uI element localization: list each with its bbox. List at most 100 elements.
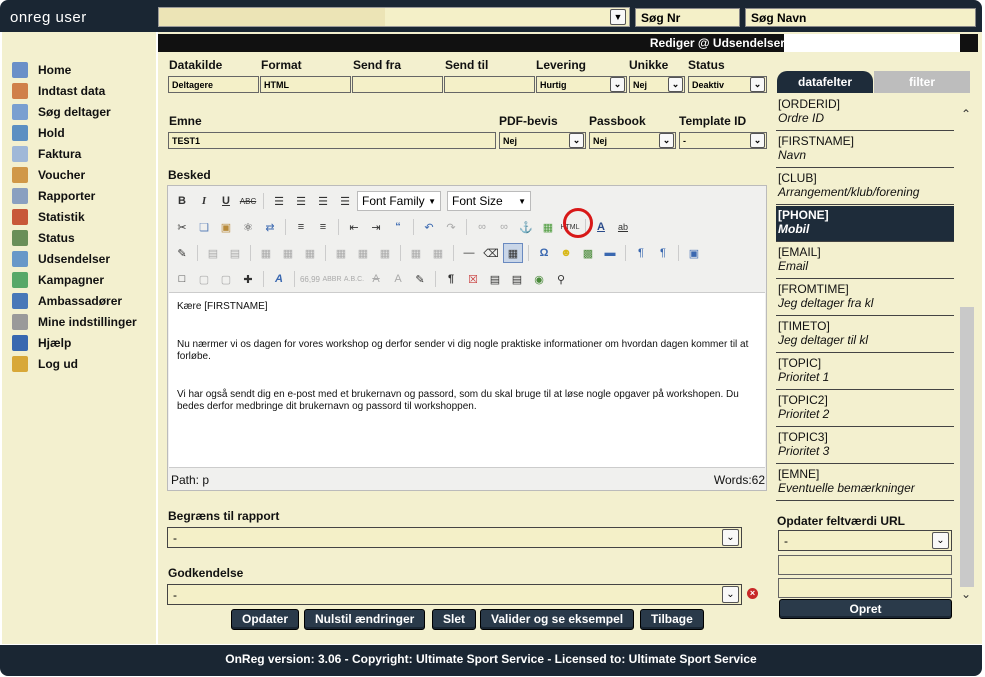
insert-row-after-icon[interactable]: ▦ xyxy=(278,243,298,263)
editor-body[interactable]: Kære [FIRSTNAME] Nu nærmer vi os dagen fo… xyxy=(169,292,765,468)
chevron-down-icon[interactable]: ⌄ xyxy=(668,77,683,92)
ins-icon[interactable]: A xyxy=(388,269,408,289)
chevron-down-icon[interactable]: ⌄ xyxy=(750,133,765,148)
merge-cells-icon[interactable]: ▦ xyxy=(428,243,448,263)
bullet-list-icon[interactable]: ≡ xyxy=(291,217,311,237)
chevron-down-icon[interactable]: ▼ xyxy=(610,9,626,25)
scroll-up-icon[interactable]: ⌃ xyxy=(961,107,971,121)
chevron-down-icon[interactable]: ⌄ xyxy=(659,133,674,148)
sidebar-item-4[interactable]: Faktura xyxy=(12,144,81,164)
replace-icon[interactable]: ⇄ xyxy=(260,217,280,237)
field-item[interactable]: [TIMETO] Jeg deltager til kl xyxy=(776,317,954,353)
underline-icon[interactable]: U xyxy=(216,191,236,211)
anchor-icon[interactable]: ⚓ xyxy=(516,217,536,237)
datakilde-field[interactable]: Deltagere xyxy=(168,76,259,93)
page-break-icon[interactable]: ▤ xyxy=(507,269,527,289)
sidebar-item-7[interactable]: Statistik xyxy=(12,207,85,227)
sidebar-item-14[interactable]: Log ud xyxy=(12,354,78,374)
find-icon[interactable]: ⚛ xyxy=(238,217,258,237)
horizontal-rule-icon[interactable]: — xyxy=(459,243,479,263)
field-item[interactable]: [CLUB] Arrangement/klub/forening xyxy=(776,169,954,205)
align-justify-icon[interactable]: ☰ xyxy=(335,191,355,211)
ltr-icon[interactable]: ¶ xyxy=(631,243,651,263)
sidebar-item-9[interactable]: Udsendelser xyxy=(12,249,110,269)
field-item[interactable]: [EMNE] Eventuelle bemærkninger xyxy=(776,465,954,501)
cell-props-icon[interactable]: ▤ xyxy=(225,243,245,263)
field-item[interactable]: [TOPIC] Prioritet 1 xyxy=(776,354,954,390)
sidebar-item-11[interactable]: Ambassadører xyxy=(12,291,122,311)
align-center-icon[interactable]: ☰ xyxy=(291,191,311,211)
advanced-hr-icon[interactable]: ▬ xyxy=(600,243,620,263)
url-select[interactable]: - ⌄ xyxy=(778,530,952,551)
delete-row-icon[interactable]: ▦ xyxy=(300,243,320,263)
field-item[interactable]: [ORDERID] Ordre ID xyxy=(776,95,954,131)
send-fra-field[interactable] xyxy=(352,76,443,93)
validate-button[interactable]: Valider og se eksempel xyxy=(480,609,635,630)
update-button[interactable]: Opdater xyxy=(231,609,300,630)
acronym-icon[interactable]: A.B.C. xyxy=(344,269,364,289)
chevron-down-icon[interactable]: ⌄ xyxy=(750,77,765,92)
align-left-icon[interactable]: ☰ xyxy=(269,191,289,211)
sidebar-item-5[interactable]: Voucher xyxy=(12,165,85,185)
link-icon[interactable]: ∞ xyxy=(472,217,492,237)
search-nr-field[interactable]: Søg Nr xyxy=(635,8,740,27)
emoticon-icon[interactable]: ☻ xyxy=(556,243,576,263)
styles-icon[interactable]: A xyxy=(269,269,289,289)
remove-format-icon[interactable]: ⌫ xyxy=(481,243,501,263)
cite-icon[interactable]: 66,99 xyxy=(300,269,320,289)
fullscreen-icon[interactable]: ▣ xyxy=(684,243,704,263)
insert-row-before-icon[interactable]: ▦ xyxy=(256,243,276,263)
special-char-icon[interactable]: Ω xyxy=(534,243,554,263)
show-blocks-icon[interactable]: ¶ xyxy=(441,269,461,289)
indent-icon[interactable]: ⇥ xyxy=(366,217,386,237)
field-item[interactable]: [FROMTIME] Jeg deltager fra kl xyxy=(776,280,954,316)
template-id-select[interactable]: - ⌄ xyxy=(679,132,767,149)
attributes-icon[interactable]: ✎ xyxy=(410,269,430,289)
limit-select[interactable]: - ⌄ xyxy=(167,527,742,548)
levering-select[interactable]: Hurtig ⌄ xyxy=(536,76,627,93)
url-field-2[interactable] xyxy=(778,578,952,598)
rtl-icon[interactable]: ¶ xyxy=(653,243,673,263)
tab-filter[interactable]: filter xyxy=(874,71,970,93)
italic-icon[interactable]: I xyxy=(194,191,214,211)
bold-icon[interactable]: B xyxy=(172,191,192,211)
visual-aid-icon[interactable]: ▦ xyxy=(503,243,523,263)
blockquote-icon[interactable]: “ xyxy=(388,217,408,237)
unlink-icon[interactable]: ∞ xyxy=(494,217,514,237)
clear-icon[interactable]: × xyxy=(747,588,758,599)
image-icon[interactable]: ▦ xyxy=(538,217,558,237)
cut-icon[interactable]: ✂ xyxy=(172,217,192,237)
field-item[interactable]: [PHONE] Mobil xyxy=(776,206,954,242)
format-field[interactable]: HTML xyxy=(260,76,351,93)
sidebar-item-10[interactable]: Kampagner xyxy=(12,270,104,290)
font-family-select[interactable]: Font Family ▼ xyxy=(357,191,441,211)
insert-layer-icon[interactable]: □ xyxy=(172,269,192,289)
strikethrough-icon[interactable]: ABC xyxy=(238,191,258,211)
create-button[interactable]: Opret xyxy=(779,599,952,619)
pdf-bevis-select[interactable]: Nej ⌄ xyxy=(499,132,586,149)
chevron-down-icon[interactable]: ⌄ xyxy=(610,77,625,92)
align-right-icon[interactable]: ☰ xyxy=(313,191,333,211)
sidebar-item-8[interactable]: Status xyxy=(12,228,75,248)
chevron-down-icon[interactable]: ⌄ xyxy=(932,532,949,549)
reset-button[interactable]: Nulstil ændringer xyxy=(304,609,426,630)
media-icon[interactable]: ▩ xyxy=(578,243,598,263)
delete-col-icon[interactable]: ▦ xyxy=(375,243,395,263)
abbr-icon[interactable]: ABBR xyxy=(322,269,342,289)
template-icon[interactable]: ▤ xyxy=(485,269,505,289)
non-breaking-icon[interactable]: ☒ xyxy=(463,269,483,289)
tab-datafelter[interactable]: datafelter xyxy=(777,71,873,93)
sidebar-item-0[interactable]: Home xyxy=(12,60,71,80)
field-item[interactable]: [TOPIC2] Prioritet 2 xyxy=(776,391,954,427)
send-til-field[interactable] xyxy=(444,76,535,93)
highlight-color-icon[interactable]: ab xyxy=(613,217,633,237)
search-name-field[interactable]: Søg Navn xyxy=(745,8,976,27)
split-cells-icon[interactable]: ▦ xyxy=(406,243,426,263)
insert-col-after-icon[interactable]: ▦ xyxy=(353,243,373,263)
sidebar-item-3[interactable]: Hold xyxy=(12,123,65,143)
chevron-down-icon[interactable]: ⌄ xyxy=(722,529,739,546)
preview-icon[interactable]: ◉ xyxy=(529,269,549,289)
row-props-icon[interactable]: ▤ xyxy=(203,243,223,263)
font-size-select[interactable]: Font Size ▼ xyxy=(447,191,531,211)
redo-icon[interactable]: ↷ xyxy=(441,217,461,237)
